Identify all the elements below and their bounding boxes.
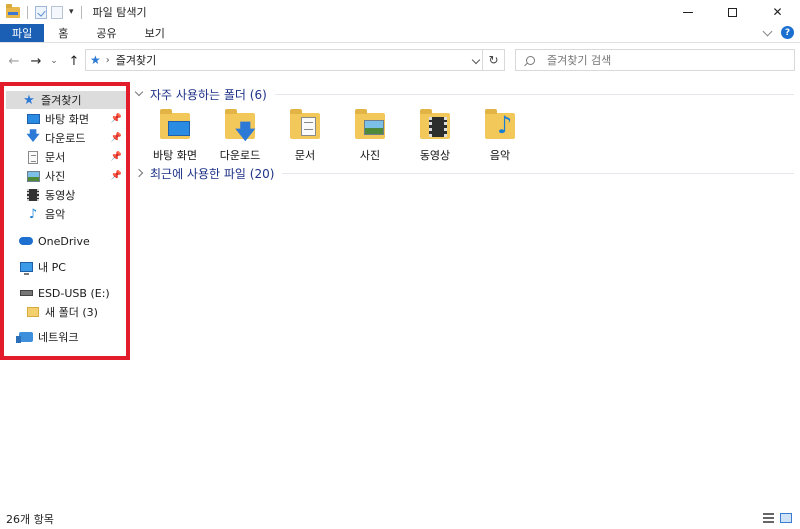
group-divider (282, 172, 794, 174)
recent-files-header[interactable]: 최근에 사용한 파일 (20) (130, 164, 794, 182)
title-bar: ▾ 파일 탐색기 ✕ (0, 0, 800, 24)
pictures-folder-icon (353, 107, 387, 141)
customize-toolbar-dropdown-icon[interactable]: ▾ (69, 7, 74, 17)
address-bar[interactable]: ★ › 즐겨찾기 ↻ (85, 49, 505, 71)
search-box[interactable] (515, 49, 795, 71)
back-arrow-icon[interactable]: ← (6, 53, 22, 69)
folder-tile-videos[interactable]: 동영상 (403, 107, 467, 163)
folder-tile-desktop[interactable]: 바탕 화면 (143, 107, 207, 163)
folder-tile-music[interactable]: ♪ 음악 (468, 107, 532, 163)
refresh-icon: ↻ (488, 53, 499, 67)
folder-label: 사진 (359, 149, 381, 162)
window-title: 파일 탐색기 (92, 6, 147, 19)
folder-label: 바탕 화면 (153, 149, 197, 162)
navigation-pane: ★ 즐겨찾기 바탕 화면 📌 🡇 다운로드 📌 문서 📌 사진 📌 동영상 ♪ … (0, 82, 130, 507)
ribbon-controls: ? (762, 26, 794, 39)
tab-share[interactable]: 공유 (82, 24, 130, 42)
expand-ribbon-icon[interactable] (762, 26, 773, 36)
desktop-folder-icon (158, 107, 192, 141)
navigation-bar: ← → ⌄ ↑ ★ › 즐겨찾기 ↻ (0, 47, 800, 75)
folder-tile-pictures[interactable]: 사진 (338, 107, 402, 163)
details-view-icon[interactable] (763, 513, 774, 523)
close-button[interactable]: ✕ (755, 0, 800, 24)
toolbar-divider (80, 5, 82, 19)
downloads-folder-icon: 🡇 (223, 107, 257, 143)
up-arrow-icon[interactable]: ↑ (66, 53, 82, 69)
quick-access-toolbar: ▾ (0, 3, 85, 19)
item-count: 26개 항목 (6, 512, 54, 526)
folder-label: 문서 (294, 149, 316, 162)
forward-arrow-icon[interactable]: → (28, 53, 44, 69)
documents-folder-icon (288, 107, 322, 141)
group-divider (274, 93, 794, 95)
maximize-button[interactable] (710, 0, 755, 24)
minimize-button[interactable] (665, 0, 710, 24)
address-dropdown-icon[interactable] (471, 55, 481, 65)
red-highlight-box (0, 82, 130, 360)
expand-chevron-icon (134, 168, 144, 178)
folder-label: 동영상 (419, 149, 451, 162)
tab-home[interactable]: 홈 (44, 24, 82, 42)
properties-icon[interactable] (35, 5, 47, 19)
explorer-folder-icon (6, 3, 20, 18)
breadcrumb-quick-access[interactable]: 즐겨찾기 (116, 52, 156, 68)
music-folder-icon: ♪ (483, 107, 517, 141)
ribbon-tabs: 파일 홈 공유 보기 ? (0, 24, 800, 43)
folder-label: 음악 (489, 149, 511, 162)
minimize-icon (682, 11, 693, 13)
large-icons-view-icon[interactable] (780, 513, 792, 523)
quick-access-star-icon: ★ (90, 53, 101, 67)
help-icon[interactable]: ? (781, 26, 794, 39)
folder-tile-downloads[interactable]: 🡇 다운로드 (208, 107, 272, 163)
window-controls: ✕ (665, 0, 800, 24)
close-icon: ✕ (772, 5, 783, 19)
tab-file[interactable]: 파일 (0, 24, 45, 42)
videos-folder-icon (418, 107, 452, 141)
view-switcher (763, 513, 792, 523)
status-bar: 26개 항목 (0, 508, 800, 529)
recent-locations-dropdown-icon[interactable]: ⌄ (46, 53, 62, 69)
folder-tile-documents[interactable]: 문서 (273, 107, 337, 163)
tab-view[interactable]: 보기 (131, 24, 179, 42)
group-title: 최근에 사용한 파일 (20) (150, 166, 275, 181)
collapse-chevron-icon (134, 87, 144, 97)
refresh-button[interactable]: ↻ (482, 50, 504, 70)
maximize-icon (728, 7, 737, 17)
content-pane: 자주 사용하는 폴더 (6) 바탕 화면 🡇 다운로드 문서 사진 동영상 ♪ … (130, 80, 800, 508)
frequent-folders-header[interactable]: 자주 사용하는 폴더 (6) (130, 85, 794, 103)
breadcrumb-separator-icon[interactable]: › (106, 55, 110, 66)
new-folder-icon[interactable] (51, 5, 63, 19)
search-input[interactable] (547, 53, 777, 67)
group-title: 자주 사용하는 폴더 (6) (150, 87, 267, 102)
toolbar-divider (27, 5, 28, 19)
search-icon (526, 55, 535, 65)
